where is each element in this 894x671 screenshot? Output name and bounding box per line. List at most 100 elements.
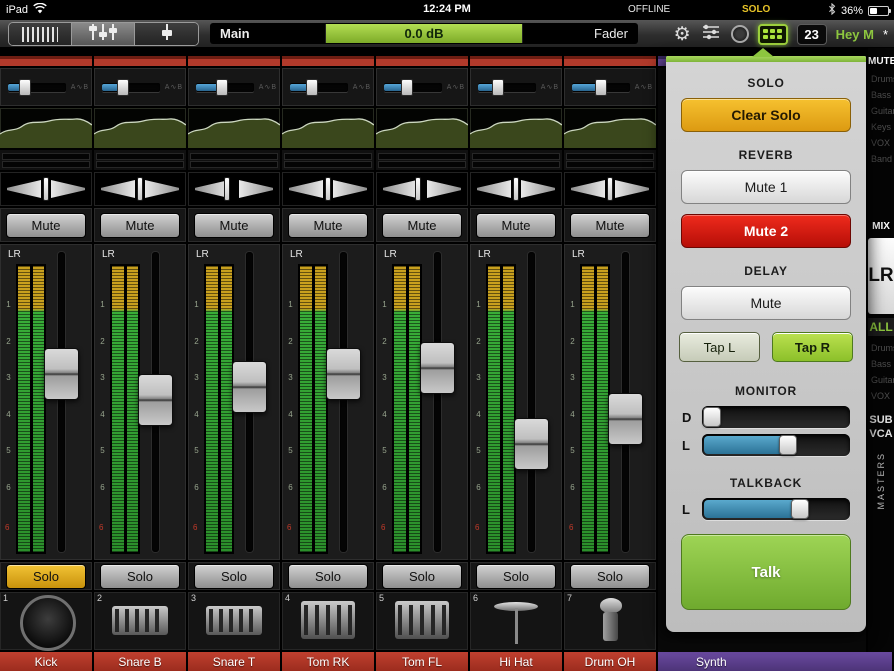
dynamics-meters[interactable] [94, 150, 186, 172]
vca-label[interactable]: VCA [868, 428, 894, 440]
mute-button[interactable]: Mute [194, 213, 273, 238]
pan-handle[interactable] [415, 177, 421, 201]
solo-button[interactable]: Solo [194, 564, 273, 589]
fader-cap[interactable] [326, 348, 361, 400]
channel-name[interactable]: Tom FL [376, 652, 468, 671]
mini-slider-track[interactable] [572, 83, 630, 92]
mini-slider-track[interactable] [102, 83, 160, 92]
channel-mini-slider[interactable]: A∿B [0, 68, 92, 108]
mini-slider-handle[interactable] [401, 79, 413, 96]
fader-cap[interactable] [232, 361, 267, 413]
channel-icon-area[interactable]: 3 [188, 592, 280, 652]
delay-mute-button[interactable]: Mute [681, 286, 851, 320]
reverb-mute1-button[interactable]: Mute 1 [681, 170, 851, 204]
dynamics-meters[interactable] [188, 150, 280, 172]
show-name[interactable]: Hey M [836, 27, 874, 42]
pan-handle[interactable] [513, 177, 519, 201]
channel-name[interactable]: Synth [658, 652, 892, 671]
slider-handle[interactable] [791, 499, 809, 519]
mute-button[interactable]: Mute [6, 213, 85, 238]
eq-display[interactable] [564, 108, 656, 150]
eq-display[interactable] [376, 108, 468, 150]
mini-slider-track[interactable] [290, 83, 348, 92]
dynamics-meters[interactable] [282, 150, 374, 172]
mute-button[interactable]: Mute [570, 213, 649, 238]
mute-button[interactable]: Mute [100, 213, 179, 238]
channel-mini-slider[interactable]: A∿B [376, 68, 468, 108]
routing-button[interactable] [700, 23, 722, 46]
channel-icon-area[interactable]: 6 [470, 592, 562, 652]
view-meters-button[interactable] [9, 23, 72, 45]
reverb-mute2-button[interactable]: Mute 2 [681, 214, 851, 248]
channel-mini-slider[interactable]: A∿B [188, 68, 280, 108]
dynamics-meters[interactable] [470, 150, 562, 172]
solo-button[interactable]: Solo [382, 564, 461, 589]
mini-slider-handle[interactable] [492, 79, 504, 96]
channel-mini-slider[interactable]: A∿B [282, 68, 374, 108]
rail-list-item[interactable]: Guitars [868, 103, 894, 119]
pan-control[interactable] [188, 172, 280, 208]
slider-handle[interactable] [779, 435, 797, 455]
rail-list-item[interactable]: Bass [868, 356, 894, 372]
pan-control[interactable] [94, 172, 186, 208]
mini-slider-handle[interactable] [595, 79, 607, 96]
solo-button[interactable]: Solo [288, 564, 367, 589]
settings-button[interactable]: ⚙ [674, 25, 691, 44]
mini-slider-handle[interactable] [216, 79, 228, 96]
eq-display[interactable] [282, 108, 374, 150]
rail-list-item[interactable]: Band [868, 151, 894, 167]
channel-name[interactable]: Snare B [94, 652, 186, 671]
slider-handle[interactable] [703, 407, 721, 427]
channel-mini-slider[interactable]: A∿B [470, 68, 562, 108]
eq-display[interactable] [188, 108, 280, 150]
solo-button[interactable]: Solo [570, 564, 649, 589]
channel-name[interactable]: Hi Hat [470, 652, 562, 671]
pan-control[interactable] [564, 172, 656, 208]
dynamics-meters[interactable] [564, 150, 656, 172]
main-mix-button[interactable]: LR [868, 238, 894, 314]
rail-list-item[interactable]: VOX [868, 135, 894, 151]
pan-control[interactable] [282, 172, 374, 208]
rail-list-item[interactable]: Bass [868, 87, 894, 103]
channel-name[interactable]: Kick [0, 652, 92, 671]
rail-list-item[interactable]: Drums [868, 71, 894, 87]
solo-button[interactable]: Solo [6, 564, 85, 589]
channel-icon-area[interactable]: 4 [282, 592, 374, 652]
channel-icon-area[interactable]: 7 [564, 592, 656, 652]
mini-slider-track[interactable] [196, 83, 254, 92]
rail-list-item[interactable]: VOX [868, 388, 894, 404]
fader-cap[interactable] [138, 374, 173, 426]
solo-button[interactable]: Solo [476, 564, 555, 589]
fader-cap[interactable] [420, 342, 455, 394]
fader-track[interactable] [434, 252, 441, 552]
mini-slider-handle[interactable] [117, 79, 129, 96]
rail-list-item[interactable]: Guitars [868, 372, 894, 388]
mini-slider-track[interactable] [384, 83, 442, 92]
fader-track[interactable] [528, 252, 535, 552]
channel-icon-area[interactable]: 1 [0, 592, 92, 652]
fader-cap[interactable] [608, 393, 643, 445]
mini-slider-handle[interactable] [19, 79, 31, 96]
channel-mini-slider[interactable]: A∿B [94, 68, 186, 108]
fader-cap[interactable] [514, 418, 549, 470]
tap-right-button[interactable]: Tap R [772, 332, 853, 362]
view-mixer-button[interactable] [72, 23, 135, 45]
pan-control[interactable] [376, 172, 468, 208]
pan-control[interactable] [0, 172, 92, 208]
rail-list-item[interactable]: Keys [868, 119, 894, 135]
pan-handle[interactable] [43, 177, 49, 201]
fader-track[interactable] [58, 252, 65, 552]
eq-display[interactable] [0, 108, 92, 150]
fader-cap[interactable] [44, 348, 79, 400]
clear-solo-button[interactable]: Clear Solo [681, 98, 851, 132]
mini-slider-track[interactable] [8, 83, 66, 92]
view-channel-button[interactable] [135, 23, 198, 45]
record-button[interactable] [731, 25, 749, 43]
pan-handle[interactable] [325, 177, 331, 201]
channel-icon-area[interactable]: 5 [376, 592, 468, 652]
eq-display[interactable] [470, 108, 562, 150]
channel-name[interactable]: Snare T [188, 652, 280, 671]
fader-track[interactable] [340, 252, 347, 552]
monitor-dim-slider[interactable] [702, 406, 850, 428]
mute-button[interactable]: Mute [288, 213, 367, 238]
